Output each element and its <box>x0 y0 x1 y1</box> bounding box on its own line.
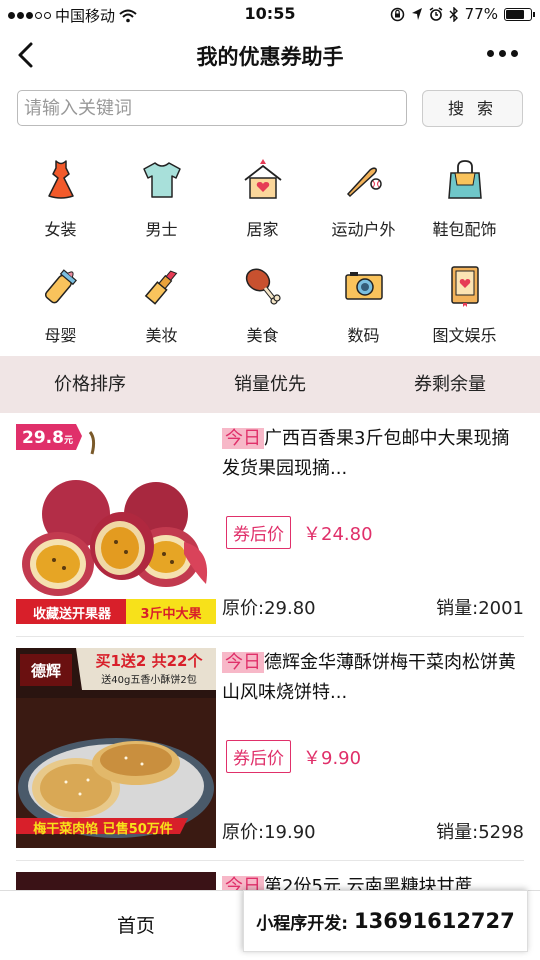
bluetooth-icon <box>449 6 458 22</box>
category-food[interactable]: 美食 <box>212 256 313 348</box>
category-digital[interactable]: 数码 <box>313 256 414 348</box>
developer-phone: 13691612727 <box>354 909 515 933</box>
product-image[interactable]: 德辉 买1送2 共22个 送40g五香小酥饼2包 梅干菜肉馅 已售50万件 <box>16 648 216 848</box>
product-info: 今日 广西百香果3斤包邮中大果现摘发货果园现摘... 券后价 ￥24.80 原价:… <box>222 424 526 624</box>
category-label: 运动户外 <box>331 220 396 239</box>
original-price: 原价:29.80 <box>222 598 316 619</box>
product-title[interactable]: 今日 德辉金华薄酥饼梅干菜肉松饼黄山风味烧饼特... <box>222 648 526 710</box>
camera-icon <box>344 272 383 300</box>
page-title: 我的优惠券助手 <box>196 45 344 69</box>
product-title[interactable]: 今日 第2份5元 云南黑糖块甘蔗 <box>222 872 524 890</box>
tshirt-icon <box>142 162 181 198</box>
product-info: 今日 德辉金华薄酥饼梅干菜肉松饼黄山风味烧饼特... 券后价 ￥9.90 原价:1… <box>222 648 526 848</box>
category-label: 图文娱乐 <box>432 326 497 345</box>
coupon-price: ￥9.90 <box>303 747 362 769</box>
baby-bottle-icon <box>44 269 77 304</box>
image-banner-left: 收藏送开果器 <box>32 607 111 622</box>
battery-percent: 77% <box>464 5 498 23</box>
status-bar: 中国移动 10:55 77% <box>0 0 540 28</box>
category-label: 母婴 <box>44 326 77 345</box>
category-label: 美食 <box>246 326 279 345</box>
category-bags[interactable]: 鞋包配饰 <box>414 150 515 242</box>
handbag-icon <box>447 160 482 199</box>
category-label: 数码 <box>347 326 380 345</box>
baseball-bat-icon <box>346 167 382 198</box>
product-title[interactable]: 今日 广西百香果3斤包邮中大果现摘发货果园现摘... <box>222 424 526 486</box>
location-icon <box>411 8 422 20</box>
product-card[interactable]: 29.8元 收藏送开果器 3斤中大果 今日 广西百香果3斤包邮中大果现摘发货果园现… <box>16 424 524 624</box>
lipstick-icon <box>144 270 177 305</box>
coupon-label: 券后价 <box>226 740 291 773</box>
category-label: 鞋包配饰 <box>432 220 497 239</box>
rotation-lock-icon <box>390 7 404 21</box>
alarm-icon <box>429 7 443 21</box>
divider <box>16 860 524 861</box>
product-image[interactable] <box>16 872 216 890</box>
developer-label: 小程序开发: <box>256 913 349 934</box>
coupon-price: ￥24.80 <box>303 523 373 545</box>
promo-sub: 送40g五香小酥饼2包 <box>101 675 197 686</box>
category-label: 女装 <box>44 220 77 239</box>
sales-count: 销量:5298 <box>436 822 524 843</box>
more-dots-icon[interactable] <box>487 50 518 57</box>
today-tag: 今日 <box>222 428 264 449</box>
today-tag: 今日 <box>222 652 264 673</box>
book-icon <box>450 266 479 307</box>
drumstick-icon <box>245 268 281 305</box>
divider <box>16 636 524 637</box>
today-tag: 今日 <box>222 876 264 890</box>
promo-main: 买1送2 共22个 <box>95 652 203 670</box>
coupon-row: 券后价 ￥9.90 <box>226 740 361 773</box>
sort-by-coupon-remaining[interactable]: 券剩余量 <box>360 356 540 413</box>
developer-contact-banner[interactable]: 小程序开发: 13691612727 <box>243 890 528 952</box>
brand-logo: 德辉 <box>30 662 61 680</box>
category-men[interactable]: 男士 <box>111 150 212 242</box>
sort-bar: 价格排序 销量优先 券剩余量 <box>0 356 540 413</box>
category-women[interactable]: 女装 <box>10 150 111 242</box>
sales-count: 销量:2001 <box>436 598 524 619</box>
coupon-label: 券后价 <box>226 516 291 549</box>
sort-by-price[interactable]: 价格排序 <box>0 356 180 413</box>
dress-icon <box>47 160 74 199</box>
price-badge: 29.8元 <box>22 428 73 448</box>
battery-icon <box>504 7 535 21</box>
product-card[interactable]: 德辉 买1送2 共22个 送40g五香小酥饼2包 梅干菜肉馅 已售50万件 今日… <box>16 648 524 848</box>
category-label: 男士 <box>145 220 178 239</box>
category-entertainment[interactable]: 图文娱乐 <box>414 256 515 348</box>
sort-by-sales[interactable]: 销量优先 <box>180 356 360 413</box>
category-label: 美妆 <box>145 326 178 345</box>
image-bottom-text: 梅干菜肉馅 已售50万件 <box>33 822 173 837</box>
search-button[interactable]: 搜 索 <box>422 90 523 127</box>
product-image[interactable]: 29.8元 收藏送开果器 3斤中大果 <box>16 424 216 624</box>
category-baby[interactable]: 母婴 <box>10 256 111 348</box>
navigation-bar: 我的优惠券助手 <box>0 28 540 82</box>
category-beauty[interactable]: 美妆 <box>111 256 212 348</box>
product-card[interactable]: 今日 第2份5元 云南黑糖块甘蔗 <box>16 872 524 890</box>
house-icon <box>243 159 282 199</box>
search-input[interactable] <box>17 90 407 126</box>
product-info: 今日 第2份5元 云南黑糖块甘蔗 <box>222 872 524 890</box>
coupon-row: 券后价 ￥24.80 <box>226 516 373 549</box>
tab-home[interactable]: 首页 <box>76 911 196 938</box>
category-label: 居家 <box>246 220 279 239</box>
image-banner-right: 3斤中大果 <box>140 607 202 622</box>
category-home[interactable]: 居家 <box>212 150 313 242</box>
original-price: 原价:19.90 <box>222 822 316 843</box>
category-grid: 女装 男士 居家 运动户外 鞋包配饰 母婴 美妆 美食 数码 图文娱乐 <box>10 150 530 348</box>
category-sports[interactable]: 运动户外 <box>313 150 414 242</box>
